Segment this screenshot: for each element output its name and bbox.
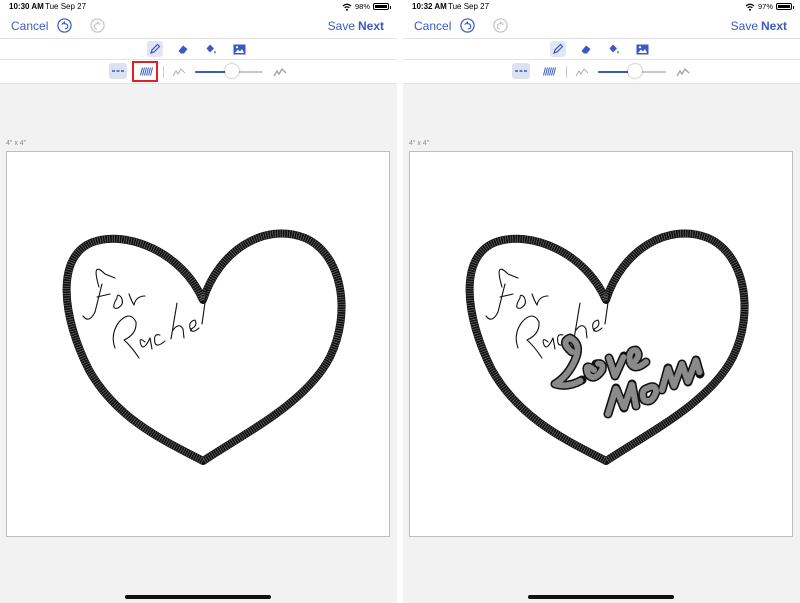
dashed-stitch-icon	[515, 70, 527, 72]
heart-stitch-texture	[63, 230, 345, 466]
save-button[interactable]: Save	[731, 19, 758, 33]
redo-icon[interactable]	[90, 18, 105, 33]
eraser-icon	[581, 45, 591, 54]
next-button[interactable]: Next	[358, 19, 384, 33]
thin-line-icon	[172, 68, 186, 77]
toolbar-separator	[163, 66, 164, 78]
undo-icon[interactable]	[460, 18, 475, 33]
fill-icon	[609, 44, 619, 54]
battery-percent: 97%	[757, 2, 773, 11]
dashed-stitch-button[interactable]	[512, 63, 530, 79]
home-indicator	[125, 595, 271, 599]
heart-design	[62, 229, 346, 466]
stitch-toolbar	[0, 60, 397, 84]
home-indicator	[528, 595, 674, 599]
hoop-size-label: 4" x 4"	[409, 140, 430, 147]
pencil-icon	[150, 43, 161, 54]
wifi-icon	[342, 3, 352, 11]
thin-line-icon	[575, 68, 589, 77]
dashed-stitch-button[interactable]	[109, 63, 127, 79]
cancel-button[interactable]: Cancel	[11, 19, 48, 33]
heart-stitch-outline	[465, 229, 749, 465]
zigzag-stitch-icon	[542, 66, 556, 76]
fill-tool-button[interactable]	[203, 41, 219, 57]
hoop-size-label: 4" x 4"	[6, 140, 27, 147]
pencil-icon	[553, 43, 564, 54]
heart-stitch-texture	[466, 230, 748, 466]
status-bar: 10:32 AM Tue Sep 27 97%	[403, 0, 800, 14]
status-time: 10:32 AM	[412, 2, 447, 11]
eraser-tool-button[interactable]	[175, 41, 191, 57]
heart-design	[465, 229, 749, 466]
dashed-stitch-icon	[112, 70, 124, 72]
next-button[interactable]: Next	[761, 19, 787, 33]
screen-after: 10:32 AM Tue Sep 27 97% Cancel Save Next	[403, 0, 800, 603]
stitch-toolbar	[403, 60, 800, 84]
slider-thumb[interactable]	[225, 64, 240, 78]
heart-stitch-outline	[62, 229, 346, 465]
eraser-tool-button[interactable]	[578, 41, 594, 57]
embroidery-canvas[interactable]	[6, 151, 390, 537]
fill-icon	[206, 44, 216, 54]
wifi-icon	[745, 3, 755, 11]
pencil-tool-button[interactable]	[147, 41, 163, 57]
tool-toolbar	[0, 38, 397, 60]
save-button[interactable]: Save	[328, 19, 355, 33]
battery-icon	[776, 3, 794, 10]
status-right: 97%	[745, 2, 794, 11]
thick-line-icon	[676, 67, 690, 77]
zigzag-stitch-button[interactable]	[540, 63, 558, 79]
battery-icon	[373, 3, 391, 10]
selection-highlight-box	[132, 61, 158, 82]
embroidery-canvas[interactable]	[409, 151, 793, 537]
status-bar: 10:30 AM Tue Sep 27 98%	[0, 0, 397, 14]
image-icon	[233, 44, 245, 54]
tool-toolbar	[403, 38, 800, 60]
handwriting-for-rachel	[82, 268, 208, 359]
battery-percent: 98%	[354, 2, 370, 11]
nav-bar: Cancel Save Next	[0, 14, 397, 38]
status-time: 10:30 AM	[9, 2, 44, 11]
eraser-icon	[178, 45, 188, 54]
redo-icon[interactable]	[493, 18, 508, 33]
pencil-tool-button[interactable]	[550, 41, 566, 57]
slider-thumb[interactable]	[628, 64, 643, 78]
fill-tool-button[interactable]	[606, 41, 622, 57]
cancel-button[interactable]: Cancel	[414, 19, 451, 33]
toolbar-separator	[566, 66, 567, 78]
image-icon	[636, 44, 648, 54]
screen-before: 10:30 AM Tue Sep 27 98% Cancel Save Next	[0, 0, 397, 603]
nav-bar: Cancel Save Next	[403, 14, 800, 38]
image-tool-button[interactable]	[231, 41, 247, 57]
status-right: 98%	[342, 2, 391, 11]
image-tool-button[interactable]	[634, 41, 650, 57]
status-date: Tue Sep 27	[45, 2, 87, 11]
undo-icon[interactable]	[57, 18, 72, 33]
thick-line-icon	[273, 67, 287, 77]
handwriting-for-rachel	[485, 268, 611, 359]
status-date: Tue Sep 27	[448, 2, 490, 11]
